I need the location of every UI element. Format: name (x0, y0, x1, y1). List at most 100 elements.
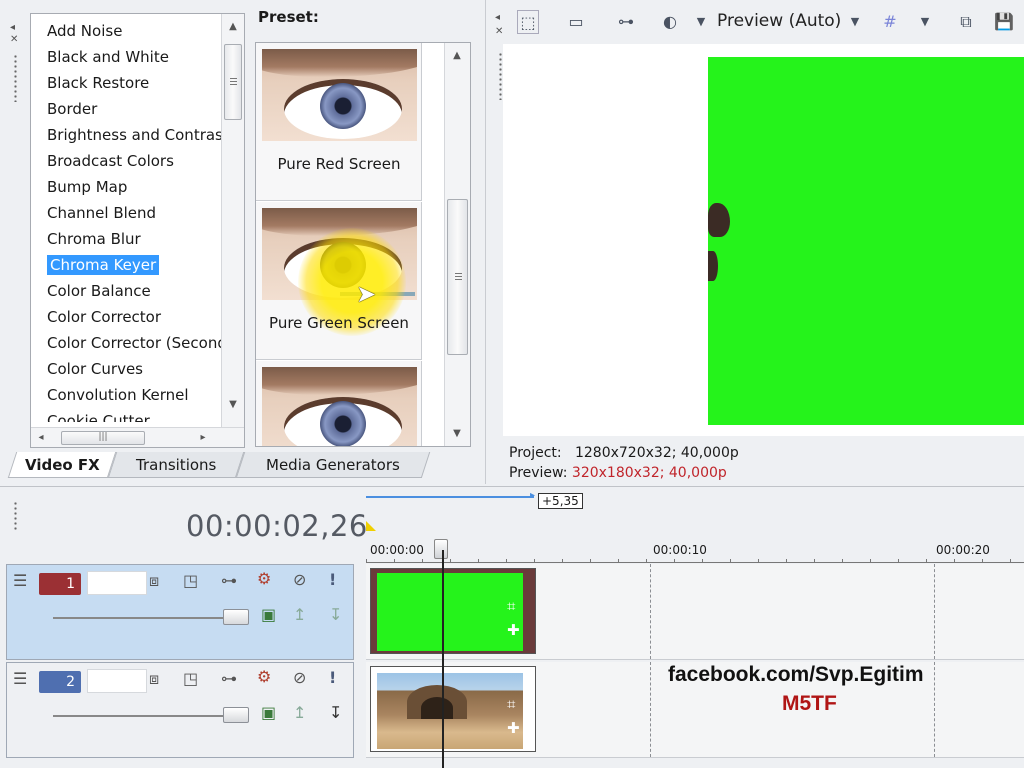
track-name-field[interactable] (87, 571, 147, 595)
pan-icon[interactable]: ⊶ (221, 669, 237, 688)
fx-item[interactable]: Color Curves (45, 358, 221, 384)
fx-item[interactable]: Color Balance (45, 280, 221, 306)
loop-end-icon[interactable]: ▸ (530, 490, 535, 501)
preset-label: Preset: (258, 8, 319, 26)
copy-icon[interactable]: ⧉ (953, 10, 979, 34)
timeline-ruler[interactable]: ▸ +5,35 00:00:00 00:00:10 00:00:20 (366, 487, 1024, 563)
solo-icon[interactable]: ! (329, 570, 336, 589)
preset-item[interactable]: Pure Red Screen (256, 43, 422, 201)
preview-quality-select[interactable]: Preview (Auto) (717, 11, 841, 31)
fx-item-selected[interactable]: Chroma Keyer (45, 254, 221, 280)
preset-item[interactable] (256, 361, 422, 446)
fx-item[interactable]: Border (45, 98, 221, 124)
scroll-down-icon[interactable]: ▼ (225, 398, 241, 412)
panel-grip[interactable] (13, 54, 18, 102)
track-motion-icon[interactable]: ⧈ (149, 571, 159, 591)
fx-item[interactable]: Color Corrector (45, 306, 221, 332)
parent-up-icon[interactable]: ↥ (293, 703, 306, 722)
chevron-down-icon[interactable]: ▼ (917, 10, 933, 34)
fx-list-vscroll[interactable]: ▲ ▼ (221, 14, 244, 427)
loop-length-badge: +5,35 (538, 493, 583, 509)
monitor-icon[interactable]: ▭ (563, 10, 589, 34)
pointer-icon[interactable]: ⬚ (517, 10, 539, 34)
video-preview-panel: ◂ ✕ ⬚ ▭ ⊶ ◐ ▼ Preview (Auto) ▼ # ▼ ⧉ 💾 P… (487, 0, 1024, 484)
pan-icon[interactable]: ✚ (507, 621, 520, 639)
track-header-1[interactable]: ☰ 1 ⧈ ◳ ⊶ ⚙ ⊘ ! ▣ ↥ ↧ (6, 564, 354, 660)
timeline-panel: 00:00:02,26 ▸ +5,35 00:00:00 00:00:10 00… (0, 486, 1024, 768)
track-level-slider[interactable] (53, 715, 243, 717)
tab-video-fx[interactable]: Video FX (7, 452, 117, 478)
grid-icon[interactable]: # (877, 10, 903, 34)
overlay-icon[interactable]: ◐ (657, 10, 683, 34)
fx-list[interactable]: Add Noise Black and White Black Restore … (30, 13, 245, 448)
alpha-icon[interactable]: ▣ (261, 605, 276, 624)
gear-icon[interactable]: ⚙ (257, 667, 271, 686)
tab-media-generators[interactable]: Media Generators (235, 452, 431, 478)
track-expand-icon[interactable]: ☰ (13, 669, 27, 688)
track-number: 1 (39, 573, 81, 595)
scroll-left-icon[interactable]: ◂ (33, 431, 49, 445)
chevron-down-icon[interactable]: ▼ (847, 10, 863, 34)
preset-vscroll[interactable]: ▲ ▼ (444, 43, 470, 446)
scroll-down-icon[interactable]: ▼ (449, 427, 465, 441)
fx-item[interactable]: Channel Blend (45, 202, 221, 228)
fx-list-scroll-thumb[interactable] (224, 44, 242, 120)
solo-icon[interactable]: ! (329, 668, 336, 687)
parent-down-icon[interactable]: ↧ (329, 703, 342, 722)
video-fx-panel: ◂ ✕ Add Noise Black and White Black Rest… (0, 0, 486, 484)
compositing-icon[interactable]: ◳ (183, 571, 198, 590)
fx-list-hscroll-thumb[interactable]: ||| (61, 431, 145, 445)
split-icon[interactable]: ⊶ (611, 10, 641, 34)
panel-grip[interactable] (13, 501, 18, 531)
pan-icon[interactable]: ✚ (507, 719, 520, 737)
fx-item[interactable]: Bump Map (45, 176, 221, 202)
fx-item[interactable]: Brightness and Contrast (45, 124, 221, 150)
fx-item[interactable]: Chroma Blur (45, 228, 221, 254)
scroll-right-icon[interactable]: ▸ (195, 431, 211, 445)
bypass-icon[interactable]: ⊘ (293, 570, 306, 589)
tab-transitions[interactable]: Transitions (107, 452, 245, 478)
track-level-slider[interactable] (53, 617, 243, 619)
preset-scroll-thumb[interactable] (447, 199, 468, 355)
crop-icon[interactable]: ⌗ (507, 597, 515, 615)
fx-item[interactable]: Broadcast Colors (45, 150, 221, 176)
preset-gallery[interactable]: Pure Red Screen ➤ Pure Green Screen ▲ ▼ (255, 42, 471, 447)
bypass-icon[interactable]: ⊘ (293, 668, 306, 687)
watermark-tag: M5TF (782, 692, 837, 715)
track-level-knob[interactable] (223, 707, 249, 723)
fx-item[interactable]: Black and White (45, 46, 221, 72)
track-header-2[interactable]: ☰ 2 ⧈ ◳ ⊶ ⚙ ⊘ ! ▣ ↥ ↧ (6, 662, 354, 758)
track-name-field[interactable] (87, 669, 147, 693)
playhead-cursor[interactable] (442, 550, 444, 768)
compositing-icon[interactable]: ◳ (183, 669, 198, 688)
fx-item[interactable]: Add Noise (45, 20, 221, 46)
fx-list-hscroll[interactable]: ◂ ||| ▸ (31, 427, 244, 447)
chevron-down-icon[interactable]: ▼ (693, 10, 709, 34)
playhead-handle[interactable] (434, 539, 448, 559)
marker-icon[interactable] (366, 521, 376, 531)
pan-icon[interactable]: ⊶ (221, 571, 237, 590)
preset-item-hover[interactable]: ➤ Pure Green Screen (256, 202, 422, 360)
alpha-icon[interactable]: ▣ (261, 703, 276, 722)
scroll-up-icon[interactable]: ▲ (225, 20, 241, 34)
parent-down-icon[interactable]: ↧ (329, 605, 342, 624)
green-screen-clip[interactable]: ⌗ ✚ (370, 568, 536, 654)
fx-item[interactable]: Cookie Cutter (45, 410, 221, 422)
loop-region[interactable] (366, 496, 534, 498)
parent-up-icon[interactable]: ↥ (293, 605, 306, 624)
track-level-knob[interactable] (223, 609, 249, 625)
background-clip[interactable]: ⌗ ✚ (370, 666, 536, 752)
track-motion-icon[interactable]: ⧈ (149, 669, 159, 689)
save-icon[interactable]: 💾 (991, 10, 1017, 34)
track-expand-icon[interactable]: ☰ (13, 571, 27, 590)
close-panel-icon[interactable]: ✕ (10, 34, 18, 45)
pin-icon[interactable]: ◂ (10, 22, 15, 33)
gear-icon[interactable]: ⚙ (257, 569, 271, 588)
preview-frame[interactable] (503, 44, 1024, 436)
scroll-up-icon[interactable]: ▲ (449, 49, 465, 63)
crop-icon[interactable]: ⌗ (507, 695, 515, 713)
track-lane-1[interactable]: ⌗ ✚ (366, 564, 1024, 660)
fx-item[interactable]: Convolution Kernel (45, 384, 221, 410)
fx-item[interactable]: Black Restore (45, 72, 221, 98)
fx-item[interactable]: Color Corrector (Secondary) (45, 332, 221, 358)
